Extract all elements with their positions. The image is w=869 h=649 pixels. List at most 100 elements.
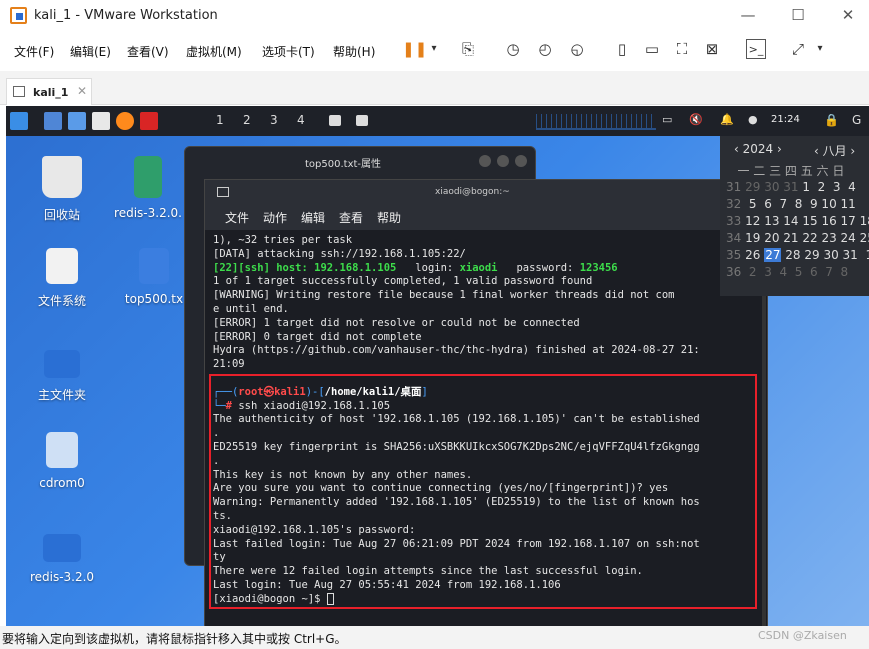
watermark: CSDN @Zkaisen bbox=[758, 629, 847, 642]
term-line: [ERROR] 1 target did not resolve or coul… bbox=[213, 316, 580, 329]
vm-tab-icon bbox=[13, 86, 25, 97]
desktop-icon-home[interactable]: 主文件夹 bbox=[17, 350, 107, 403]
props-maximize-icon[interactable] bbox=[497, 155, 509, 167]
term-menu-help[interactable]: 帮助 bbox=[377, 209, 401, 226]
term-line: 1 of 1 target successfully completed, 1 … bbox=[213, 275, 593, 288]
file-manager-icon[interactable] bbox=[68, 112, 86, 130]
calendar-week-row: 31 29 30 31 1 2 3 4 bbox=[726, 180, 856, 194]
workspace-4[interactable]: 4 bbox=[297, 113, 305, 127]
logout-icon[interactable]: G bbox=[852, 113, 861, 127]
maximize-button[interactable]: ☐ bbox=[784, 6, 812, 26]
other-month-days[interactable]: 29 30 31 bbox=[745, 180, 798, 194]
menu-edit[interactable]: 编辑(E) bbox=[70, 43, 111, 60]
term-line: Hydra (https://github.com/vanhauser-thc/… bbox=[213, 344, 700, 357]
calendar-week-row: 36 2 3 4 5 6 7 8 bbox=[726, 265, 848, 279]
terminal-menubar: 文件 动作 编辑 查看 帮助 bbox=[205, 206, 769, 230]
menu-view[interactable]: 查看(V) bbox=[127, 43, 169, 60]
today-marker[interactable]: 27 bbox=[764, 248, 782, 262]
stretch-icon[interactable]: ⤢ bbox=[788, 39, 808, 59]
text-editor-icon[interactable] bbox=[92, 112, 110, 130]
term-line: [DATA] attacking ssh://192.168.1.105:22/ bbox=[213, 247, 466, 260]
locked-folder-icon bbox=[43, 534, 81, 562]
update-icon[interactable]: ● bbox=[748, 113, 758, 126]
other-month-days[interactable]: 2 3 4 5 6 7 8 bbox=[745, 265, 848, 279]
snapshot-icon[interactable]: ◷ bbox=[503, 39, 523, 59]
month-days[interactable]: 26 bbox=[745, 248, 764, 262]
console-view-icon[interactable]: >_ bbox=[746, 39, 766, 59]
calendar-week-row: 34 19 20 21 22 23 24 25 bbox=[726, 231, 869, 245]
properties-title: top500.txt-属性 bbox=[305, 159, 382, 170]
highlight-box bbox=[209, 374, 757, 609]
minimize-button[interactable]: — bbox=[734, 6, 762, 26]
tab-label: kali_1 bbox=[33, 86, 69, 99]
terminal-task-icon[interactable] bbox=[329, 115, 341, 126]
screen-icon[interactable]: ▭ bbox=[662, 113, 672, 126]
terminal-title: xiaodi@bogon:~ bbox=[435, 187, 510, 197]
guest-screen[interactable]: 1 2 3 4 ▭ 🔇 🔔 ● 21:24 🔒 G 回收站 redis-3.2.… bbox=[6, 106, 869, 626]
week-number: 32 bbox=[726, 197, 742, 211]
month-days[interactable]: 12 13 14 15 16 17 18 bbox=[745, 214, 869, 228]
workspace-1[interactable]: 1 bbox=[216, 113, 224, 127]
props-close-icon[interactable] bbox=[515, 155, 527, 167]
calendar-popup[interactable]: ‹ 2024 › ‹ 八月 › 一 二 三 四 五 六 日 31 29 30 3… bbox=[720, 136, 869, 296]
stretch-dropdown-icon[interactable]: ▾ bbox=[810, 39, 830, 59]
week-number: 33 bbox=[726, 214, 742, 228]
kali-menu-icon[interactable] bbox=[10, 112, 28, 130]
terminal-titlebar: xiaodi@bogon:~ bbox=[205, 180, 769, 206]
workspace-3[interactable]: 3 bbox=[270, 113, 278, 127]
restore-snapshot-icon[interactable]: ◴ bbox=[535, 39, 555, 59]
props-minimize-icon[interactable] bbox=[479, 155, 491, 167]
mute-icon[interactable]: 🔇 bbox=[689, 113, 703, 126]
desktop-icon-trash[interactable]: 回收站 bbox=[17, 156, 107, 223]
firefox-icon[interactable] bbox=[116, 112, 134, 130]
calendar-month[interactable]: ‹ 八月 › bbox=[814, 142, 855, 159]
panel-clock[interactable]: 21:24 bbox=[771, 114, 800, 125]
sidebar-view-icon[interactable]: ▯ bbox=[612, 39, 632, 59]
menu-help[interactable]: 帮助(H) bbox=[333, 43, 375, 60]
month-days[interactable]: 5 6 7 8 9 10 11 bbox=[745, 197, 856, 211]
thumbnail-view-icon[interactable]: ▭ bbox=[642, 39, 662, 59]
calendar-year[interactable]: ‹ 2024 › bbox=[734, 142, 782, 156]
desktop-icon-redis-zip[interactable]: redis-3.2.0. bbox=[103, 156, 193, 220]
unity-icon[interactable]: ⊠ bbox=[702, 39, 722, 59]
lock-icon[interactable]: 🔒 bbox=[824, 113, 839, 127]
month-days[interactable]: 19 20 21 22 23 24 25 bbox=[745, 231, 869, 245]
term-line: 1), ~32 tries per task bbox=[213, 234, 353, 246]
calendar-week-row: 33 12 13 14 15 16 17 18 bbox=[726, 214, 869, 228]
terminal-launcher-icon[interactable] bbox=[140, 112, 158, 130]
calendar-week-row: 35 26 27 28 29 30 31 1 bbox=[726, 248, 869, 262]
month-days[interactable]: 1 2 3 4 bbox=[799, 180, 855, 194]
month-days[interactable]: 28 29 30 31 1 bbox=[781, 248, 869, 262]
send-keys-icon[interactable]: ⎘ bbox=[458, 39, 478, 59]
tab-kali[interactable]: kali_1 ✕ bbox=[6, 78, 92, 105]
menu-file[interactable]: 文件(F) bbox=[14, 43, 54, 60]
pause-icon[interactable]: ❚❚ bbox=[402, 39, 427, 59]
tab-close-icon[interactable]: ✕ bbox=[77, 84, 87, 98]
terminal-window-icon bbox=[217, 187, 229, 197]
desktop-icon-cdrom[interactable]: cdrom0 bbox=[17, 432, 107, 490]
term-line: [ERROR] 0 target did not complete bbox=[213, 330, 422, 343]
bell-icon[interactable]: 🔔 bbox=[720, 113, 734, 126]
calendar-week-row: 32 5 6 7 8 9 10 11 bbox=[726, 197, 856, 211]
menu-vm[interactable]: 虚拟机(M) bbox=[186, 43, 242, 60]
dropdown-arrow-icon[interactable]: ▾ bbox=[424, 39, 444, 59]
term-menu-edit[interactable]: 编辑 bbox=[301, 209, 325, 226]
drive-icon bbox=[46, 248, 78, 284]
fullscreen-icon[interactable]: ⛶ bbox=[672, 39, 692, 59]
manage-snapshot-icon[interactable]: ◵ bbox=[567, 39, 587, 59]
archive-icon bbox=[134, 156, 162, 198]
term-menu-view[interactable]: 查看 bbox=[339, 209, 363, 226]
week-number: 34 bbox=[726, 231, 742, 245]
close-button[interactable]: ✕ bbox=[834, 6, 862, 26]
desktop-icon-redis-folder[interactable]: redis-3.2.0 bbox=[17, 534, 107, 584]
terminal-window[interactable]: xiaodi@bogon:~ 文件 动作 编辑 查看 帮助 1), ~32 tr… bbox=[204, 179, 769, 626]
home-folder-icon bbox=[44, 350, 80, 378]
term-menu-file[interactable]: 文件 bbox=[225, 209, 249, 226]
trash-icon bbox=[42, 156, 82, 198]
desktop-icon-filesystem[interactable]: 文件系统 bbox=[17, 248, 107, 309]
window-task-icon[interactable] bbox=[356, 115, 368, 126]
desktop-icon[interactable] bbox=[44, 112, 62, 130]
workspace-2[interactable]: 2 bbox=[243, 113, 251, 127]
menu-tabs[interactable]: 选项卡(T) bbox=[262, 43, 315, 60]
term-menu-action[interactable]: 动作 bbox=[263, 209, 287, 226]
